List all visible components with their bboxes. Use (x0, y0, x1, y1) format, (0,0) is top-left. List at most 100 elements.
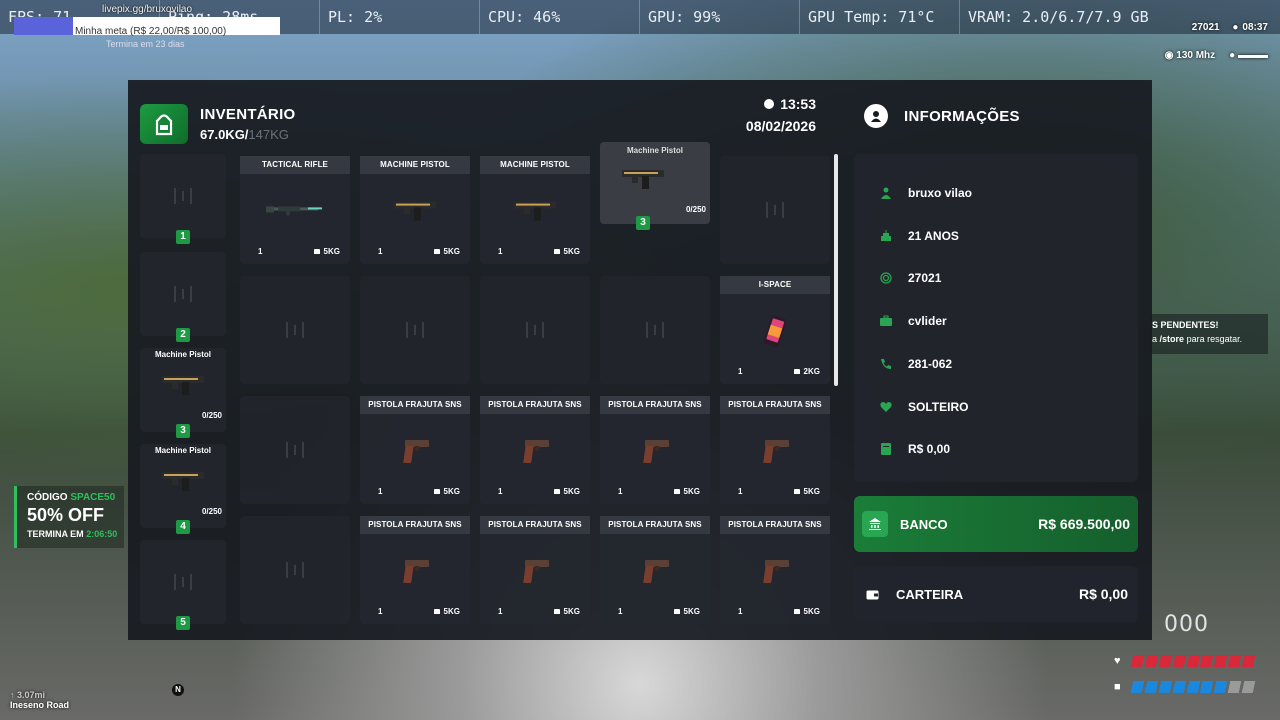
promo-banner: CÓDIGO SPACE50 50% OFF TERMINA EM 2:06:5… (14, 486, 124, 548)
info-row: 281-062 (880, 357, 952, 371)
inventory-slot[interactable]: PISTOLA FRAJUTA SNS 1 5KG (720, 516, 830, 624)
dragging-item-name: Machine Pistol (626, 146, 683, 155)
donation-progress-fill (14, 17, 73, 35)
inventory-slot[interactable]: PISTOLA FRAJUTA SNS 1 5KG (600, 396, 710, 504)
pistol-icon (519, 556, 551, 591)
server-id: 27021 (1191, 22, 1220, 33)
machine-pistol-icon (160, 372, 206, 403)
info-value: 27021 (908, 271, 942, 286)
packet-loss-readout: PL: 2% (320, 0, 480, 34)
item-name: MACHINE PISTOL (360, 156, 470, 174)
item-weight: 5KG (554, 607, 580, 616)
user-icon (880, 187, 892, 199)
hotbar-slot[interactable]: Machine Pistol 0/250 4 (140, 444, 226, 534)
gpu-readout: GPU: 99% (640, 0, 800, 34)
inventory-slot-empty[interactable] (240, 396, 350, 504)
promo-code: SPACE50 (70, 492, 116, 503)
store-link[interactable]: /store (1160, 334, 1185, 344)
inventory-slot[interactable]: PISTOLA FRAJUTA SNS 1 5KG (480, 516, 590, 624)
armor-bar: ■ (1114, 680, 1256, 694)
inventory-slot[interactable]: PISTOLA FRAJUTA SNS 1 5KG (600, 516, 710, 624)
mpistol-icon (512, 198, 558, 229)
heart-icon (880, 401, 892, 413)
hotbar-item-name: Machine Pistol (154, 350, 211, 359)
gpu-temp-readout: GPU Temp: 71°C (800, 0, 960, 34)
item-name: PISTOLA FRAJUTA SNS (600, 396, 710, 414)
inventory-slot[interactable]: PISTOLA FRAJUTA SNS 1 5KG (480, 396, 590, 504)
promo-ends-label: TERMINA EM (27, 529, 84, 539)
inventory-max-weight: 147KG (248, 127, 289, 142)
inventory-header: INVENTÁRIO 67.0KG/147KG (140, 104, 296, 144)
info-value: 281-062 (908, 356, 953, 371)
inventory-slot[interactable]: MACHINE PISTOL 1 5KG (360, 156, 470, 264)
item-quantity: 1 (378, 487, 383, 496)
info-row: 21 ANOS (880, 229, 959, 243)
info-row: bruxo vilao (880, 186, 972, 200)
item-name: PISTOLA FRAJUTA SNS (720, 396, 830, 414)
item-weight: 5KG (554, 487, 580, 496)
item-weight: 5KG (434, 247, 460, 256)
bank-card: BANCO R$ 669.500,00 (854, 496, 1138, 552)
info-row: SOLTEIRO (880, 400, 968, 414)
inventory-slot-empty[interactable] (240, 276, 350, 384)
inventory-slot[interactable]: PISTOLA FRAJUTA SNS 1 5KG (360, 516, 470, 624)
item-weight: 5KG (434, 487, 460, 496)
heart-icon: ♥ (1114, 655, 1121, 667)
info-value: SOLTEIRO (908, 399, 969, 414)
inventory-slot[interactable]: PISTOLA FRAJUTA SNS 1 5KG (720, 396, 830, 504)
speedometer: 000 (1164, 612, 1209, 637)
hotbar-slot[interactable]: 1 (140, 154, 226, 244)
briefcase-icon (880, 315, 892, 327)
id-card-icon (864, 104, 888, 128)
wallet-card: CARTEIRA R$ 0,00 (854, 566, 1138, 622)
item-quantity: 1 (498, 247, 503, 256)
inventory-slot-empty[interactable] (600, 276, 710, 384)
hotbar-slot[interactable]: Machine Pistol 0/250 3 (140, 348, 226, 438)
inventory-slot[interactable]: TACTICAL RIFLE 1 5KG (240, 156, 350, 264)
info-row: 27021 (880, 271, 941, 285)
machine-pistol-icon (620, 166, 666, 197)
wallet-balance: R$ 0,00 (1078, 586, 1128, 602)
inventory-slot-empty[interactable] (720, 156, 830, 264)
shield-icon: ■ (1114, 681, 1121, 693)
donation-ends: Termina em 23 dias (106, 39, 185, 49)
inventory-slot-empty[interactable] (240, 516, 350, 624)
status-segment (1186, 655, 1200, 667)
item-quantity: 1 (618, 607, 623, 616)
status-segment (1200, 655, 1214, 667)
info-row: R$ 0,00 (880, 442, 950, 456)
hotbar-slot[interactable]: 5 (140, 540, 226, 630)
backpack-icon (140, 104, 188, 144)
status-segment (1144, 681, 1158, 693)
item-weight: 5KG (554, 247, 580, 256)
status-segment (1158, 681, 1172, 693)
inventory-slot-empty[interactable] (480, 276, 590, 384)
item-name: PISTOLA FRAJUTA SNS (480, 516, 590, 534)
pending-prefix: a (1152, 334, 1158, 344)
clock-time: 13:53 (780, 96, 816, 112)
clock: 13:53 08/02/2026 (738, 96, 816, 134)
inventory-scrollbar[interactable] (834, 154, 838, 386)
inventory-slot-empty[interactable] (360, 276, 470, 384)
hotbar-number: 3 (176, 424, 190, 438)
pistol-icon (759, 556, 791, 591)
cpu-readout: CPU: 46% (480, 0, 640, 34)
donation-goal-widget: livepix.gg/bruxovilao Minha meta (R$ 22,… (14, 4, 280, 49)
item-name: PISTOLA FRAJUTA SNS (600, 516, 710, 534)
item-name: MACHINE PISTOL (480, 156, 590, 174)
item-weight: 5KG (314, 247, 340, 256)
item-weight: 5KG (434, 607, 460, 616)
item-weight: 5KG (794, 487, 820, 496)
hotbar-slot[interactable]: 2 (140, 252, 226, 342)
hotbar-item-ammo: 0/250 (201, 507, 222, 516)
phone-icon (763, 314, 787, 353)
dragging-item[interactable]: Machine Pistol 0/250 3 (600, 142, 710, 230)
clock-date: 08/02/2026 (745, 118, 816, 134)
hotbar-number: 1 (176, 230, 190, 244)
status-segment (1241, 655, 1256, 667)
inventory-slot[interactable]: I-SPACE 1 2KG (720, 276, 830, 384)
promo-ends-time: 2:06:50 (86, 529, 118, 539)
inventory-slot[interactable]: MACHINE PISTOL 1 5KG (480, 156, 590, 264)
inventory-slot[interactable]: PISTOLA FRAJUTA SNS 1 5KG (360, 396, 470, 504)
hotbar-item-ammo: 0/250 (201, 411, 222, 420)
